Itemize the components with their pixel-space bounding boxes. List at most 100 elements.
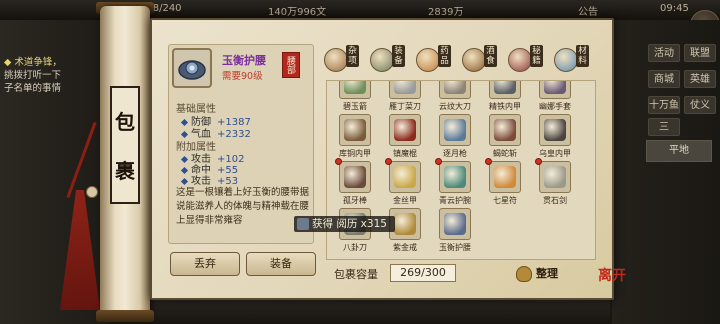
menu-shop[interactable]: 商城: [648, 70, 680, 88]
new-badge: [385, 158, 392, 165]
item-name-label: 精铁内甲: [489, 102, 521, 111]
item-icon: [344, 81, 366, 94]
item-frame: [339, 81, 371, 99]
diamond-icon: [180, 130, 189, 138]
inventory-slot[interactable]: 云纹大刀: [435, 81, 475, 117]
inventory-slot[interactable]: 青云护腕: [435, 158, 475, 211]
inventory-slot[interactable]: 金丝甲: [385, 158, 425, 211]
item-frame: [489, 81, 521, 99]
item-name-label: 雁丁菜刀: [389, 102, 421, 111]
book-icon: [508, 48, 532, 72]
item-icon: [394, 81, 416, 94]
item-name-label: 贯石剑: [543, 196, 567, 205]
item-icon: [444, 166, 466, 188]
tab-misc[interactable]: 杂项: [324, 45, 364, 74]
item-name-label: 紫金戒: [393, 243, 417, 252]
item-frame: [439, 81, 471, 99]
menu-fish[interactable]: 十万鱼: [648, 96, 680, 114]
menu-alliance[interactable]: 联盟: [684, 44, 716, 62]
reward-toast: 获得 阅历 x315: [294, 216, 395, 232]
bag-icon: [516, 266, 532, 282]
menu-hero[interactable]: 英雄: [684, 70, 716, 88]
inventory-slot[interactable]: 幽娜手套: [535, 81, 575, 117]
item-frame: [489, 114, 521, 146]
quest-line: 子名单的事情: [4, 83, 62, 94]
tab-char: 裹: [115, 159, 135, 183]
inventory-slot[interactable]: 库铜内甲: [335, 114, 375, 164]
inventory-slot[interactable]: 碧玉箭: [335, 81, 375, 117]
new-badge: [535, 158, 542, 165]
resource-money: 140万996文: [268, 7, 327, 18]
item-frame: [489, 161, 521, 193]
diamond-icon: [180, 177, 189, 185]
discard-button[interactable]: 丢弃: [170, 252, 240, 276]
new-badge: [435, 158, 442, 165]
scroll-icon: [297, 218, 309, 230]
tab-char: 包: [115, 110, 135, 134]
inventory-slot[interactable]: 精铁内甲: [485, 81, 525, 117]
item-icon: [394, 166, 416, 188]
item-name-label: 青云护腕: [439, 196, 471, 205]
close-seal[interactable]: 离开: [598, 268, 628, 302]
item-icon: [444, 81, 466, 94]
item-icon: [494, 166, 516, 188]
item-frame: [539, 81, 571, 99]
new-badge: [335, 158, 342, 165]
menu-activity[interactable]: 活动: [648, 44, 680, 62]
tab-materials[interactable]: 材料: [554, 45, 594, 74]
inventory-slot[interactable]: 乌皇内甲: [535, 114, 575, 164]
swords-icon: [370, 48, 394, 72]
menu-chivalry[interactable]: 仗义: [684, 96, 716, 114]
equip-button[interactable]: 装备: [246, 252, 316, 276]
location-label: 平地: [646, 140, 712, 162]
menu-extra[interactable]: 三: [648, 118, 680, 136]
item-name: 玉衡护腰: [222, 54, 266, 67]
item-frame: [339, 114, 371, 146]
item-icon: [444, 213, 466, 235]
clock: 09:45: [660, 3, 689, 14]
inventory-slot[interactable]: 镇魔棍: [385, 114, 425, 164]
announcement-link[interactable]: 公告: [578, 3, 598, 18]
quest-tracker[interactable]: ◆ 术道争锋， 挑拨打听一下 子名单的事情: [4, 56, 108, 95]
inventory-slot[interactable]: 逐月枪: [435, 114, 475, 164]
item-name-label: 孤牙棒: [343, 196, 367, 205]
inventory-slot[interactable]: 贯石剑: [535, 158, 575, 211]
item-frame: [339, 161, 371, 193]
quest-title: ◆ 术道争锋，: [4, 57, 62, 68]
inventory-slot[interactable]: 雁丁菜刀: [385, 81, 425, 117]
right-background: [612, 20, 720, 324]
item-frame: [439, 161, 471, 193]
tab-equipment[interactable]: 装备: [370, 45, 410, 74]
item-name-label: 金丝甲: [393, 196, 417, 205]
capacity-label: 包裹容量: [334, 268, 378, 281]
item-frame: [389, 81, 421, 99]
item-icon: [544, 119, 566, 141]
item-name-label: 碧玉箭: [343, 102, 367, 111]
item-frame: [389, 161, 421, 193]
item-frame: [439, 208, 471, 240]
item-icon: [494, 119, 516, 141]
roll-cap-bottom: [96, 310, 154, 322]
tab-manuals[interactable]: 秘籍: [508, 45, 548, 74]
tab-food[interactable]: 酒食: [462, 45, 502, 74]
item-frame: [539, 161, 571, 193]
slot-seal: 腰部: [282, 52, 300, 78]
inventory-slot[interactable]: 孤牙棒: [335, 158, 375, 211]
item-description: 这是一根镶着上好玉衡的腰带据说能滋养人的体魄与精神载在腰上显得非常雍容: [176, 187, 310, 226]
inventory-slot[interactable]: 七星符: [485, 158, 525, 211]
inventory-grid: 碧玉箭 雁丁菜刀 云纹大刀 精铁内甲 幽娜手套库铜内甲 镇魔棍 逐月枪 蝎蛇斩 乌皇内甲孤牙棒 金…: [326, 80, 596, 260]
inventory-slot[interactable]: 蝎蛇斩: [485, 114, 525, 164]
item-icon: [344, 119, 366, 141]
item-name-label: 幽娜手套: [539, 102, 571, 111]
inventory-slot[interactable]: 玉衡护腰: [435, 208, 475, 258]
sort-button[interactable]: 整理: [516, 264, 562, 284]
item-icon: [544, 81, 566, 94]
capacity-value: 269/300: [390, 264, 456, 282]
wine-jar-icon: [462, 48, 486, 72]
bottom-bar: [150, 300, 610, 324]
item-requirement: 需要90级: [222, 71, 263, 82]
resource-silver: 2839万: [428, 7, 464, 18]
tab-medicine[interactable]: 药品: [416, 45, 456, 74]
item-icon: [544, 166, 566, 188]
inventory-tab[interactable]: 包 裹: [110, 86, 140, 204]
